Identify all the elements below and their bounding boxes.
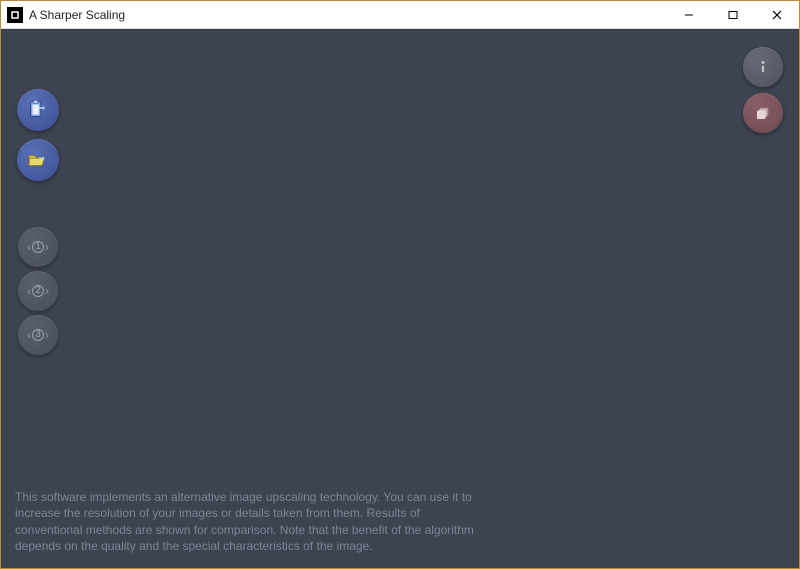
zoom-preset-3-button[interactable]: ‹ 3 › <box>18 315 58 355</box>
window-title: A Sharper Scaling <box>29 8 667 22</box>
window-controls <box>667 1 799 28</box>
chevron-left-icon: ‹ <box>27 329 31 341</box>
zoom-preset-1-button[interactable]: ‹ 1 › <box>18 227 58 267</box>
close-icon <box>772 10 782 20</box>
client-area: ‹ 1 › ‹ 2 › ‹ 3 › <box>1 29 799 568</box>
paste-from-clipboard-button[interactable] <box>17 89 59 131</box>
batch-button[interactable] <box>743 93 783 133</box>
close-button[interactable] <box>755 1 799 28</box>
chevron-right-icon: › <box>45 329 49 341</box>
maximize-icon <box>728 10 738 20</box>
chevron-left-icon: ‹ <box>27 285 31 297</box>
clipboard-icon <box>27 99 49 121</box>
open-file-button[interactable] <box>17 139 59 181</box>
zoom-level-label: 2 <box>32 285 44 297</box>
zoom-level-label: 3 <box>32 329 44 341</box>
description-text: This software implements an alternative … <box>15 489 475 554</box>
chevron-left-icon: ‹ <box>27 241 31 253</box>
minimize-button[interactable] <box>667 1 711 28</box>
info-icon <box>754 58 772 76</box>
zoom-level-label: 1 <box>32 241 44 253</box>
zoom-preset-2-button[interactable]: ‹ 2 › <box>18 271 58 311</box>
info-button[interactable] <box>743 47 783 87</box>
maximize-button[interactable] <box>711 1 755 28</box>
zoom-icon-2: ‹ 2 › <box>27 285 49 297</box>
chevron-right-icon: › <box>45 285 49 297</box>
chevron-right-icon: › <box>45 241 49 253</box>
app-icon <box>7 7 23 23</box>
minimize-icon <box>684 10 694 20</box>
zoom-icon-1: ‹ 1 › <box>27 241 49 253</box>
folder-open-icon <box>27 149 49 171</box>
zoom-icon-3: ‹ 3 › <box>27 329 49 341</box>
titlebar[interactable]: A Sharper Scaling <box>1 1 799 29</box>
app-window: A Sharper Scaling <box>0 0 800 569</box>
stack-icon <box>754 104 772 122</box>
